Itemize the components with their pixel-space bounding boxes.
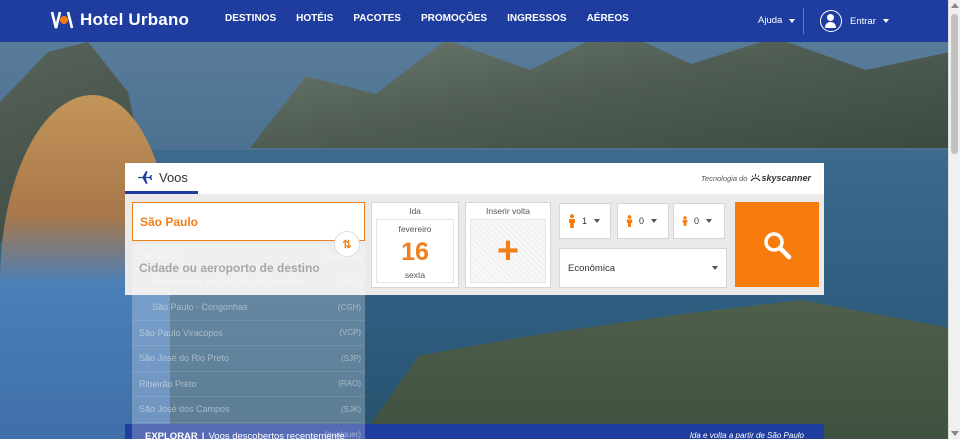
help-menu[interactable]: Ajuda (758, 15, 796, 26)
suggestion-code: (SJP) (341, 353, 361, 363)
brand-logo[interactable]: Hotel Urbano (50, 10, 189, 30)
brand-name: Hotel Urbano (80, 10, 190, 29)
skyscanner-sun-icon (750, 174, 761, 182)
nav-promocoes[interactable]: PROMOÇÕES (421, 13, 487, 24)
scroll-up-arrow-icon[interactable] (951, 3, 959, 8)
list-item[interactable]: Internacional de São Paulo/Guarulhos (GR… (132, 270, 365, 295)
nav-divider (803, 8, 804, 34)
top-navigation: Hotel Urbano DESTINOS HOTÉIS PACOTES PRO… (0, 0, 948, 42)
hotel-urbano-logo-icon (50, 11, 74, 29)
depart-weekday: sexta (404, 270, 426, 280)
suggestion-name: São José do Rio Preto (139, 353, 230, 364)
login-menu[interactable]: Entrar (820, 10, 889, 32)
suggestion-name: Internacional de São Paulo/Guarulhos (152, 276, 305, 287)
tab-flights[interactable]: Voos (125, 163, 198, 194)
search-button[interactable] (735, 202, 819, 287)
suggestion-code: (qualquer) (324, 430, 361, 439)
depart-day: 16 (401, 238, 429, 266)
roundtrip-note: Ida e volta a partir de São Paulo (689, 431, 804, 439)
adult-person-icon (569, 214, 575, 228)
nav-pacotes[interactable]: PACOTES (353, 13, 401, 24)
suggestion-code: (VCP) (339, 328, 361, 338)
swap-route-button[interactable]: ⇅ (334, 231, 360, 257)
nav-aereos[interactable]: AÉREOS (587, 13, 629, 24)
return-label: Inserir volta (486, 206, 530, 216)
infants-select[interactable]: 0 (673, 203, 725, 239)
return-date-picker[interactable]: Inserir volta + (465, 202, 551, 288)
adults-select[interactable]: 1 (559, 203, 611, 239)
suggestion-code: (RAO) (338, 379, 361, 389)
skyscanner-brand: skyscanner (761, 173, 811, 183)
infants-count: 0 (694, 216, 700, 226)
widget-header: Voos Tecnologia do skyscanner (125, 163, 824, 194)
list-item[interactable]: São José dos Campos (SJK) (132, 397, 365, 423)
swap-arrows-icon: ⇅ (342, 238, 352, 251)
list-item[interactable]: São Paulo - Congonhas (CGH) (132, 295, 365, 321)
scroll-thumb[interactable] (951, 14, 958, 154)
depart-date-picker[interactable]: Ida fevereiro 16 sexta (371, 202, 459, 288)
suggestion-code: (CGH) (337, 302, 361, 312)
depart-date-card: fevereiro 16 sexta (376, 219, 454, 283)
nav-hoteis[interactable]: HOTÉIS (296, 13, 333, 24)
suggestion-code: (SJK) (341, 404, 361, 414)
page-scrollbar[interactable] (948, 0, 960, 439)
suggestion-name: São Paulo - Congonhas (152, 302, 248, 313)
mountain-range (250, 28, 948, 148)
search-icon (764, 231, 792, 259)
suggestion-name: São José dos Campos (139, 404, 230, 415)
chevron-down-icon (651, 219, 658, 223)
adults-count: 1 (582, 216, 588, 226)
suggestion-code: (GRU) (337, 277, 361, 287)
login-label: Entrar (850, 15, 876, 27)
scroll-down-arrow-icon[interactable] (951, 431, 959, 436)
children-count: 0 (639, 216, 645, 226)
chevron-down-icon (712, 266, 718, 270)
children-select[interactable]: 0 (617, 203, 669, 239)
origin-autocomplete-list: São Paulo (qualquer) Internacional de Sã… (132, 244, 365, 439)
origin-input[interactable]: São Paulo (132, 202, 365, 241)
main-menu: DESTINOS HOTÉIS PACOTES PROMOÇÕES INGRES… (225, 13, 649, 24)
infant-person-icon (682, 216, 688, 226)
tab-flights-label: Voos (159, 169, 188, 185)
help-label: Ajuda (758, 15, 783, 26)
nav-ingressos[interactable]: INGRESSOS (507, 13, 566, 24)
cabin-class-value: Econômica (568, 262, 615, 274)
chevron-down-icon (706, 219, 713, 223)
list-item[interactable]: Ribeirão Preto (RAO) (132, 372, 365, 397)
chevron-down-icon (882, 19, 889, 23)
skyscanner-credit: Tecnologia do skyscanner (701, 173, 811, 183)
list-item[interactable]: São José do Rio Preto (SJP) (132, 346, 365, 372)
origin-value: São Paulo (140, 214, 199, 229)
list-item[interactable]: São Paulo Viracopos (VCP) (132, 321, 365, 346)
user-icon (820, 10, 842, 32)
return-date-placeholder: + (470, 219, 546, 283)
depart-label: Ida (409, 206, 421, 216)
suggestion-name: São Paulo Viracopos (139, 327, 223, 338)
child-person-icon (626, 215, 633, 227)
list-item[interactable]: São Paulo (qualquer) (132, 244, 365, 270)
powered-by-text: Tecnologia do (701, 173, 748, 183)
chevron-down-icon (789, 18, 796, 23)
list-item[interactable]: (qualquer) (132, 423, 365, 439)
airplane-icon (138, 170, 152, 184)
cabin-class-select[interactable]: Econômica (559, 248, 727, 288)
nav-destinos[interactable]: DESTINOS (225, 13, 276, 24)
suggestion-name: São Paulo (139, 251, 181, 262)
suggestion-name: Ribeirão Preto (139, 378, 197, 389)
plus-icon: + (496, 230, 520, 272)
chevron-down-icon (594, 219, 601, 223)
depart-month: fevereiro (398, 224, 432, 234)
